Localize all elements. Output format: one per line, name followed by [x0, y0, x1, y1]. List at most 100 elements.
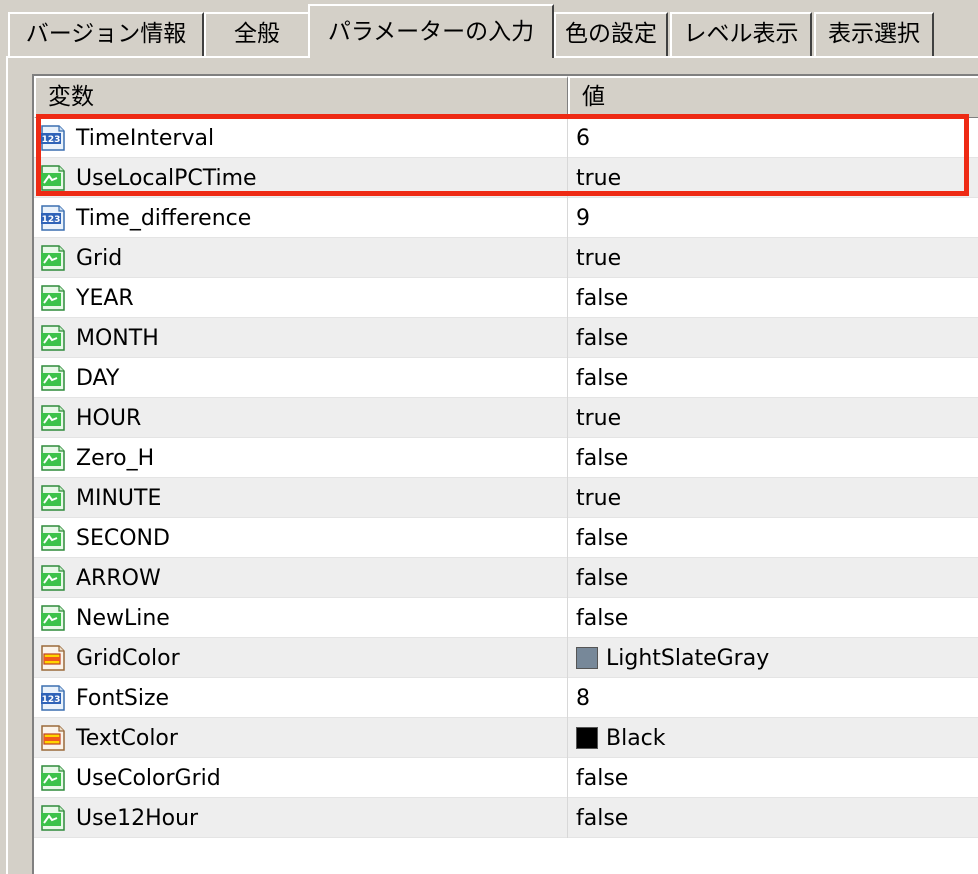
- tab-parameter-input[interactable]: パラメーターの入力: [308, 4, 554, 58]
- table-row[interactable]: Use12Hour false: [34, 798, 978, 838]
- table-row[interactable]: NewLine false: [34, 598, 978, 638]
- tab-bar: バージョン情報 全般 パラメーターの入力 色の設定 レベル表示 表示選択: [0, 0, 978, 58]
- tab-color-settings[interactable]: 色の設定: [554, 12, 668, 56]
- tab-level-display[interactable]: レベル表示: [670, 12, 812, 56]
- variable-value-cell[interactable]: false: [568, 278, 978, 318]
- variable-name-cell: HOUR: [34, 398, 568, 438]
- table-row[interactable]: TextColor Black: [34, 718, 978, 758]
- variable-value-cell[interactable]: 6: [568, 118, 978, 158]
- tab-version-info[interactable]: バージョン情報: [8, 12, 204, 56]
- table-row[interactable]: Grid true: [34, 238, 978, 278]
- variable-value-text: true: [576, 405, 622, 431]
- bool-icon: [38, 243, 68, 273]
- table-row[interactable]: UseLocalPCTime true: [34, 158, 978, 198]
- variable-value-cell[interactable]: false: [568, 438, 978, 478]
- variable-value-cell[interactable]: Black: [568, 718, 978, 758]
- table-row[interactable]: YEAR false: [34, 278, 978, 318]
- variable-name-text: SECOND: [76, 525, 170, 551]
- variable-name-text: GridColor: [76, 645, 180, 671]
- variable-value-cell[interactable]: true: [568, 398, 978, 438]
- variable-name-cell: Grid: [34, 238, 568, 278]
- variable-value-text: false: [576, 365, 629, 391]
- variable-value-text: true: [576, 485, 622, 511]
- variable-name-cell: DAY: [34, 358, 568, 398]
- variable-value-text: false: [576, 565, 629, 591]
- variable-name-cell: 123 Time_difference: [34, 198, 568, 238]
- table-row[interactable]: 123 Time_difference 9: [34, 198, 978, 238]
- variable-value-cell[interactable]: false: [568, 758, 978, 798]
- variable-name-text: Zero_H: [76, 445, 155, 471]
- variable-value-cell[interactable]: 9: [568, 198, 978, 238]
- bool-icon: [38, 763, 68, 793]
- variable-value-cell[interactable]: false: [568, 358, 978, 398]
- int-icon: 123: [38, 123, 68, 153]
- bool-icon: [38, 403, 68, 433]
- table-row[interactable]: UseColorGrid false: [34, 758, 978, 798]
- bool-icon: [38, 363, 68, 393]
- variable-name-text: Use12Hour: [76, 805, 199, 831]
- color-icon: [38, 643, 68, 673]
- variable-value-cell[interactable]: LightSlateGray: [568, 638, 978, 678]
- variable-name-cell: ARROW: [34, 558, 568, 598]
- bool-icon: [38, 323, 68, 353]
- bool-icon: [38, 603, 68, 633]
- variable-value-cell[interactable]: false: [568, 798, 978, 838]
- variable-name-text: MINUTE: [76, 485, 162, 511]
- variable-value-text: false: [576, 525, 629, 551]
- variable-value-cell[interactable]: false: [568, 558, 978, 598]
- variable-name-cell: 123 TimeInterval: [34, 118, 568, 158]
- svg-text:123: 123: [42, 215, 61, 225]
- properties-dialog: バージョン情報 全般 パラメーターの入力 色の設定 レベル表示 表示選択 変数 …: [0, 0, 978, 874]
- color-swatch: [576, 727, 598, 749]
- variable-name-cell: NewLine: [34, 598, 568, 638]
- variable-value-cell[interactable]: true: [568, 478, 978, 518]
- table-row[interactable]: SECOND false: [34, 518, 978, 558]
- svg-text:123: 123: [42, 135, 61, 145]
- variable-name-text: Grid: [76, 245, 123, 271]
- table-row[interactable]: MONTH false: [34, 318, 978, 358]
- table-row[interactable]: 123 TimeInterval 6: [34, 118, 978, 158]
- variable-value-cell[interactable]: false: [568, 518, 978, 558]
- variable-value-text: false: [576, 285, 629, 311]
- bool-icon: [38, 443, 68, 473]
- table-row[interactable]: MINUTE true: [34, 478, 978, 518]
- variable-value-text: 6: [576, 125, 590, 151]
- variable-value-cell[interactable]: true: [568, 238, 978, 278]
- variable-name-text: MONTH: [76, 325, 159, 351]
- tab-display-selection[interactable]: 表示選択: [814, 12, 934, 56]
- bool-icon: [38, 563, 68, 593]
- column-header-value[interactable]: 値: [568, 76, 978, 118]
- table-header: 変数 値: [34, 76, 978, 118]
- variable-value-text: false: [576, 805, 629, 831]
- variable-name-text: Time_difference: [76, 205, 252, 231]
- table-row[interactable]: Zero_H false: [34, 438, 978, 478]
- table-row[interactable]: ARROW false: [34, 558, 978, 598]
- variable-name-cell: UseColorGrid: [34, 758, 568, 798]
- variable-value-cell[interactable]: false: [568, 318, 978, 358]
- variable-name-text: HOUR: [76, 405, 142, 431]
- variable-name-text: NewLine: [76, 605, 170, 631]
- bool-icon: [38, 523, 68, 553]
- table-row[interactable]: GridColor LightSlateGray: [34, 638, 978, 678]
- variable-name-text: DAY: [76, 365, 120, 391]
- bool-icon: [38, 163, 68, 193]
- variable-name-cell: UseLocalPCTime: [34, 158, 568, 198]
- column-header-variable[interactable]: 変数: [34, 76, 568, 118]
- variable-name-cell: MONTH: [34, 318, 568, 358]
- table-row[interactable]: DAY false: [34, 358, 978, 398]
- variable-value-text: 9: [576, 205, 590, 231]
- tab-general[interactable]: 全般: [204, 12, 310, 56]
- bool-icon: [38, 283, 68, 313]
- variable-name-cell: 123 FontSize: [34, 678, 568, 718]
- variable-value-cell[interactable]: true: [568, 158, 978, 198]
- variable-name-text: UseColorGrid: [76, 765, 221, 791]
- variable-name-cell: Use12Hour: [34, 798, 568, 838]
- table-row[interactable]: 123 FontSize 8: [34, 678, 978, 718]
- variable-name-cell: MINUTE: [34, 478, 568, 518]
- variable-name-text: UseLocalPCTime: [76, 165, 257, 191]
- variable-name-cell: SECOND: [34, 518, 568, 558]
- variable-value-cell[interactable]: 8: [568, 678, 978, 718]
- variable-value-cell[interactable]: false: [568, 598, 978, 638]
- table-row[interactable]: HOUR true: [34, 398, 978, 438]
- variable-name-cell: GridColor: [34, 638, 568, 678]
